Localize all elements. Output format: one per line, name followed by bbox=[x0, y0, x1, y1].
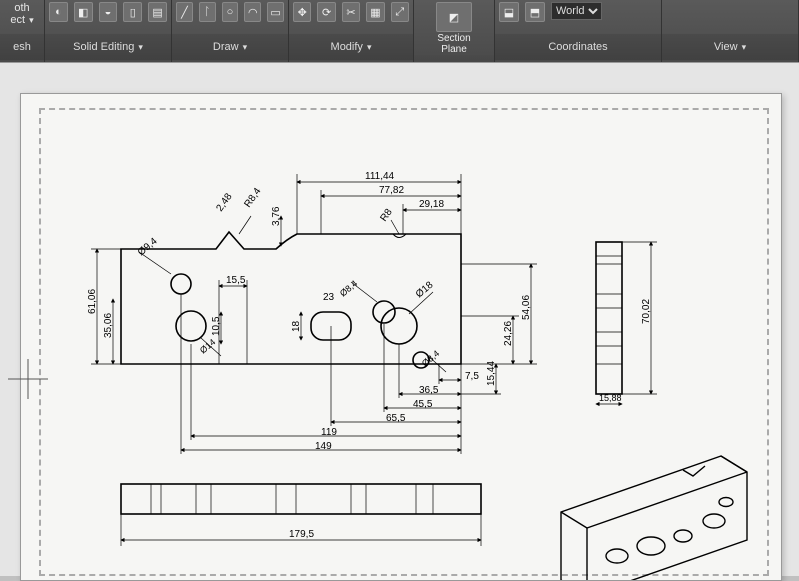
dim-d18: Ø18 bbox=[414, 279, 436, 300]
drawing-canvas[interactable]: 111,44 77,82 29,18 2,48 R8,4 3,76 R8 Ø9,… bbox=[0, 62, 799, 576]
dim-179-5: 179,5 bbox=[289, 529, 314, 540]
dim-61-06: 61,06 bbox=[87, 289, 98, 314]
section-plane-label: SectionPlane bbox=[436, 33, 472, 55]
dim-149: 149 bbox=[315, 441, 332, 452]
dim-d8-4a: Ø8,4 bbox=[338, 278, 359, 298]
ribbon-group-modify: ✥ ⟳ ✂ ▦ ⤢ Modify▾ bbox=[289, 0, 414, 62]
ribbon-group-solid-editing: ◐ ◧ ◒ ▯ ▤ Solid Editing▾ bbox=[45, 0, 172, 62]
extrude-face-icon[interactable]: ◐ bbox=[49, 2, 68, 22]
panel-label-view[interactable]: View▾ bbox=[662, 34, 798, 60]
line-icon[interactable]: ╱ bbox=[176, 2, 193, 22]
rectangle-icon[interactable]: ▭ bbox=[267, 2, 284, 22]
dim-45-5: 45,5 bbox=[413, 399, 433, 410]
dim-d8-4b: Ø8,4 bbox=[420, 348, 441, 368]
dim-10-5: 10,5 bbox=[211, 316, 222, 336]
ucs-icon-2[interactable]: ⬒ bbox=[525, 2, 545, 22]
ribbon-group-partial: othect▾ esh bbox=[0, 0, 45, 62]
dim-2-48: 2,48 bbox=[214, 191, 234, 214]
ucs-icon-1[interactable]: ⬓ bbox=[499, 2, 519, 22]
dim-29-18: 29,18 bbox=[419, 199, 444, 210]
dim-15-88: 15,88 bbox=[599, 393, 622, 403]
dim-23: 23 bbox=[323, 292, 335, 303]
section-plane-icon[interactable]: ◩ bbox=[436, 2, 472, 32]
dim-65-5: 65,5 bbox=[386, 413, 406, 424]
dim-70-02: 70,02 bbox=[641, 299, 652, 324]
dim-d9-4: Ø9,4 bbox=[136, 236, 160, 259]
paper: 111,44 77,82 29,18 2,48 R8,4 3,76 R8 Ø9,… bbox=[20, 93, 782, 581]
dim-18v: 18 bbox=[291, 320, 302, 332]
dim-15-5: 15,5 bbox=[226, 275, 246, 286]
panel-label-draw[interactable]: Draw▾ bbox=[172, 34, 288, 60]
sweep-icon[interactable]: ◒ bbox=[99, 2, 118, 22]
origin-crosshair bbox=[0, 63, 60, 483]
panel-label-mesh[interactable]: esh bbox=[0, 34, 44, 60]
dim-36-5: 36,5 bbox=[419, 385, 439, 396]
array-icon[interactable]: ▦ bbox=[366, 2, 384, 22]
panel-label-solid[interactable]: Solid Editing▾ bbox=[45, 34, 171, 60]
ribbon-group-coordinates: ⬓ ⬒ World Coordinates bbox=[495, 0, 662, 62]
ucs-select[interactable]: World bbox=[551, 2, 602, 20]
color-face-icon[interactable]: ◧ bbox=[74, 2, 93, 22]
separate-icon[interactable]: ▤ bbox=[148, 2, 167, 22]
trim-icon[interactable]: ✂ bbox=[342, 2, 360, 22]
dim-d14: Ø14 bbox=[198, 337, 217, 356]
dim-7-5: 7,5 bbox=[465, 371, 479, 382]
ribbon-group-view: View▾ bbox=[662, 0, 799, 62]
dim-3-76: 3,76 bbox=[271, 206, 282, 226]
panel-label-modify[interactable]: Modify▾ bbox=[289, 34, 413, 60]
shell-icon[interactable]: ▯ bbox=[123, 2, 142, 22]
ribbon-group-draw: ╱ ᛚ ○ ◠ ▭ Draw▾ bbox=[172, 0, 289, 62]
dim-15-44: 15,44 bbox=[486, 361, 497, 386]
dim-r8: R8 bbox=[378, 207, 395, 224]
dim-35-06: 35,06 bbox=[103, 313, 114, 338]
scale-icon[interactable]: ⤢ bbox=[391, 2, 409, 22]
dim-77-82: 77,82 bbox=[379, 185, 404, 196]
panel-label-coordinates[interactable]: Coordinates bbox=[495, 34, 661, 60]
dim-24-26: 24,26 bbox=[503, 321, 514, 346]
dim-r8-4: R8,4 bbox=[242, 186, 263, 210]
circle-icon[interactable]: ○ bbox=[222, 2, 239, 22]
ribbon: othect▾ esh ◐ ◧ ◒ ▯ ▤ Solid Editing▾ ╱ ᛚ… bbox=[0, 0, 799, 63]
move-icon[interactable]: ✥ bbox=[293, 2, 311, 22]
dim-54-06: 54,06 bbox=[521, 295, 532, 320]
drawing-svg: 111,44 77,82 29,18 2,48 R8,4 3,76 R8 Ø9,… bbox=[21, 94, 781, 580]
dim-111-44: 111,44 bbox=[365, 171, 395, 182]
ribbon-group-section: ◩ SectionPlane Section▾ bbox=[414, 0, 495, 62]
polyline-icon[interactable]: ᛚ bbox=[199, 2, 216, 22]
partial-left-text: othect▾ bbox=[4, 0, 40, 26]
rotate-icon[interactable]: ⟳ bbox=[317, 2, 335, 22]
arc-icon[interactable]: ◠ bbox=[244, 2, 261, 22]
dim-119: 119 bbox=[321, 427, 337, 438]
